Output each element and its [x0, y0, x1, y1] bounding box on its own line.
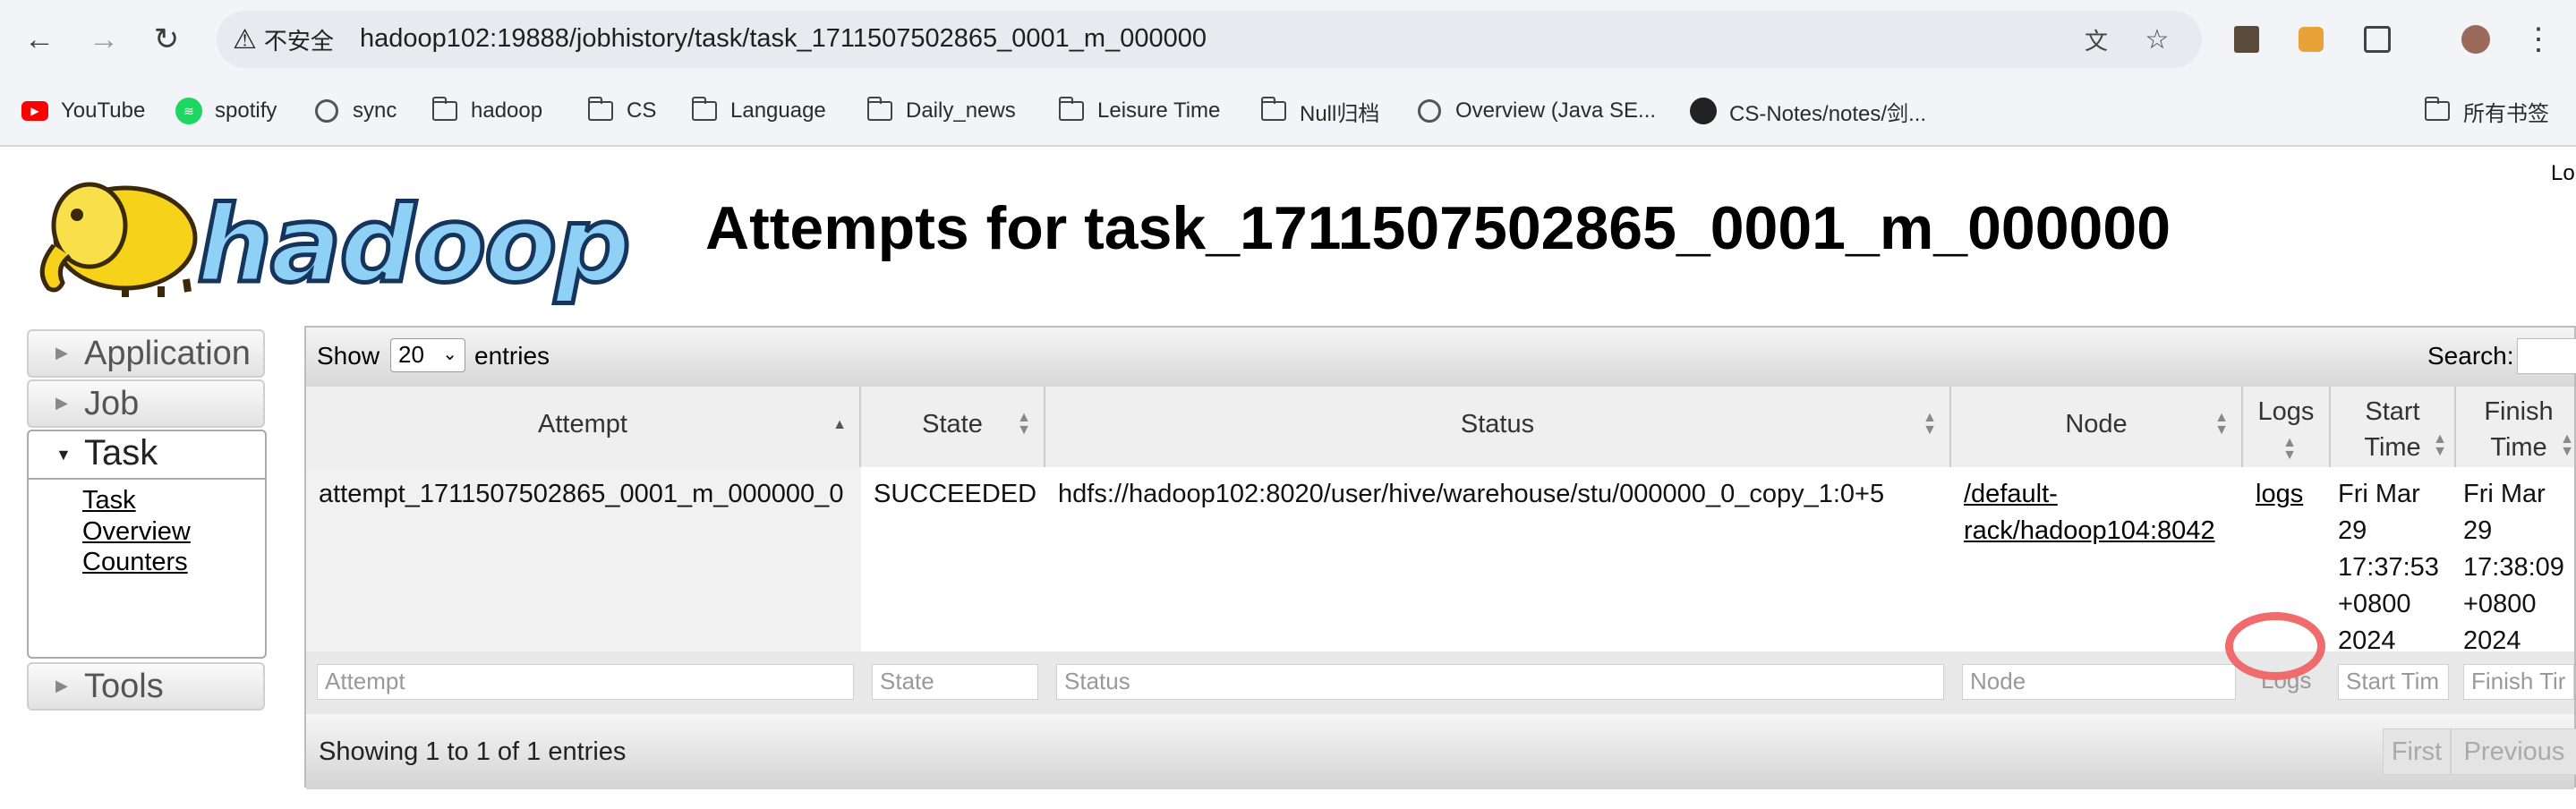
hadoop-logo-text: hadoop: [195, 181, 634, 309]
back-button[interactable]: ←: [20, 20, 59, 59]
filter-status-input[interactable]: Status: [1056, 664, 1944, 700]
page-content: hadoop Attempts for task_1711507502865_0…: [0, 147, 2576, 809]
column-header-node[interactable]: Node ▲ ▼: [1951, 387, 2243, 467]
elephant-icon: [39, 182, 198, 297]
bookmark-leisure-time[interactable]: Leisure Time: [1056, 93, 1220, 129]
all-bookmarks[interactable]: 所有书签: [2422, 93, 2549, 129]
globe-icon: [1418, 99, 1441, 123]
browser-toolbar: ← → ↻ ⚠ 不安全 hadoop102:19888/jobhistory/t…: [0, 0, 2576, 79]
address-bar[interactable]: ⚠ 不安全 hadoop102:19888/jobhistory/task/ta…: [217, 11, 2202, 68]
nav-task-panel: ▼ Task Task Overview Counters: [27, 430, 267, 659]
folder-icon: [587, 97, 613, 121]
github-icon: [1690, 98, 1717, 124]
spotify-icon: ≋: [175, 98, 202, 124]
bookmark-null-archive[interactable]: Null归档: [1258, 93, 1379, 129]
table-info: Showing 1 to 1 of 1 entries: [319, 737, 627, 766]
bookmark-spotify[interactable]: ≋ spotify: [174, 93, 277, 129]
table-footer: Showing 1 to 1 of 1 entries First Previo…: [306, 714, 2576, 789]
forward-button[interactable]: →: [84, 20, 124, 59]
table-toolbar: Show 20 ⌄ entries Search:: [306, 328, 2576, 388]
login-partial: Lo: [2551, 161, 2575, 185]
folder-icon: [2424, 97, 2450, 121]
nav-link-counters[interactable]: Counters: [82, 548, 188, 577]
sort-icon: ▲ ▼: [2282, 435, 2297, 463]
sort-asc-icon: ▲: [832, 417, 847, 432]
bookmark-cs-notes[interactable]: CS-Notes/notes/剑...: [1688, 93, 1926, 129]
nav-application[interactable]: ▶ Application: [27, 329, 265, 378]
reload-button[interactable]: ↻: [147, 20, 186, 59]
previous-page-button[interactable]: Previous: [2451, 728, 2576, 775]
first-page-button[interactable]: First: [2383, 728, 2451, 775]
column-header-status[interactable]: Status ▲ ▼: [1045, 387, 1951, 467]
star-icon[interactable]: ☆: [2139, 21, 2175, 57]
column-header-logs[interactable]: Logs ▲ ▼: [2243, 387, 2331, 467]
bookmark-daily-news[interactable]: Daily_news: [865, 93, 1016, 129]
column-header-start-time[interactable]: Start Time ▲ ▼: [2331, 387, 2456, 467]
node-link[interactable]: /default-rack/hadoop104:8042: [1964, 480, 2215, 545]
cell-attempt: attempt_1711507502865_0001_m_000000_0: [306, 467, 861, 651]
search-input[interactable]: [2517, 338, 2576, 374]
extension-icon[interactable]: [2291, 20, 2331, 59]
bookmark-language[interactable]: Language: [689, 93, 826, 129]
extension-icon[interactable]: [2227, 20, 2266, 59]
sort-icon: ▲ ▼: [1017, 410, 1031, 438]
filter-finish-time-input[interactable]: Finish Tir: [2463, 664, 2574, 700]
logs-link[interactable]: logs: [2256, 480, 2303, 508]
filter-attempt-input[interactable]: Attempt: [317, 664, 854, 700]
security-label: 不安全: [263, 27, 334, 55]
youtube-icon: ▶: [21, 101, 48, 121]
sort-icon: ▲ ▼: [2433, 431, 2447, 459]
nav-task[interactable]: ▼ Task: [29, 431, 265, 480]
hadoop-logo[interactable]: hadoop: [27, 156, 633, 309]
triangle-right-icon: ▶: [55, 394, 68, 412]
security-indicator[interactable]: ⚠ 不安全: [233, 20, 334, 59]
page-size-select[interactable]: 20 ⌄: [390, 338, 465, 372]
sort-icon: ▲ ▼: [2214, 410, 2229, 438]
browser-menu-icon[interactable]: ⋮: [2519, 20, 2558, 59]
triangle-right-icon: ▶: [55, 344, 68, 362]
nav-job[interactable]: ▶ Job: [27, 379, 265, 428]
sort-icon: ▲ ▼: [1923, 410, 1937, 438]
bookmark-sync[interactable]: sync: [311, 93, 397, 129]
filter-start-time-input[interactable]: Start Tim: [2338, 664, 2449, 700]
bookmark-youtube[interactable]: ▶ YouTube: [20, 93, 145, 129]
bookmark-cs[interactable]: CS: [585, 93, 656, 129]
cell-start-time: Fri Mar 29 17:37:53 +0800 2024: [2338, 480, 2439, 655]
folder-icon: [691, 97, 717, 121]
nav-tools[interactable]: ▶ Tools: [27, 662, 265, 711]
cell-finish-time: Fri Mar 29 17:38:09 +0800 2024: [2463, 480, 2564, 655]
nav-link-task-overview[interactable]: Task Overview: [82, 485, 217, 548]
folder-icon: [431, 97, 457, 121]
attempts-table: Show 20 ⌄ entries Search: Attempt ▲ Stat…: [304, 326, 2576, 789]
cell-state: SUCCEEDED: [874, 480, 1037, 508]
bookmark-hadoop[interactable]: hadoop: [430, 93, 542, 129]
folder-icon: [1058, 97, 1084, 121]
column-header-finish-time[interactable]: Finish Time ▲ ▼: [2456, 387, 2576, 467]
triangle-down-icon: ▼: [55, 446, 72, 464]
triangle-right-icon: ▶: [55, 677, 68, 694]
search-label: Search:: [2427, 342, 2514, 370]
chevron-down-icon: ⌄: [442, 345, 457, 364]
bookmark-java-overview[interactable]: Overview (Java SE...: [1414, 93, 1656, 129]
puzzle-icon[interactable]: [2358, 20, 2397, 59]
cell-node: /default-rack/hadoop104:8042: [1951, 467, 2243, 651]
page-title: Attempts for task_1711507502865_0001_m_0…: [705, 194, 2171, 262]
folder-icon: [866, 97, 892, 121]
logs-highlight-circle: [2225, 612, 2325, 680]
bookmarks-bar: ▶ YouTube ≋ spotify sync hadoop CS Languag…: [0, 79, 2576, 147]
table-header: Attempt ▲ State ▲ ▼ Status ▲ ▼ Node ▲ ▼ Log…: [306, 387, 2574, 469]
column-header-state[interactable]: State ▲ ▼: [861, 387, 1045, 467]
filter-node-input[interactable]: Node: [1962, 664, 2236, 700]
filter-state-input[interactable]: State: [872, 664, 1038, 700]
sort-icon: ▲ ▼: [2560, 431, 2574, 459]
column-header-attempt[interactable]: Attempt ▲: [306, 387, 861, 467]
cell-status: hdfs://hadoop102:8020/user/hive/warehous…: [1058, 480, 1885, 508]
url-text[interactable]: hadoop102:19888/jobhistory/task/task_171…: [360, 24, 1207, 54]
folder-icon: [1260, 97, 1286, 121]
warning-icon: ⚠: [233, 24, 257, 55]
translate-icon[interactable]: 文: [2078, 21, 2114, 57]
avatar[interactable]: [2456, 20, 2495, 59]
globe-icon: [315, 99, 338, 123]
